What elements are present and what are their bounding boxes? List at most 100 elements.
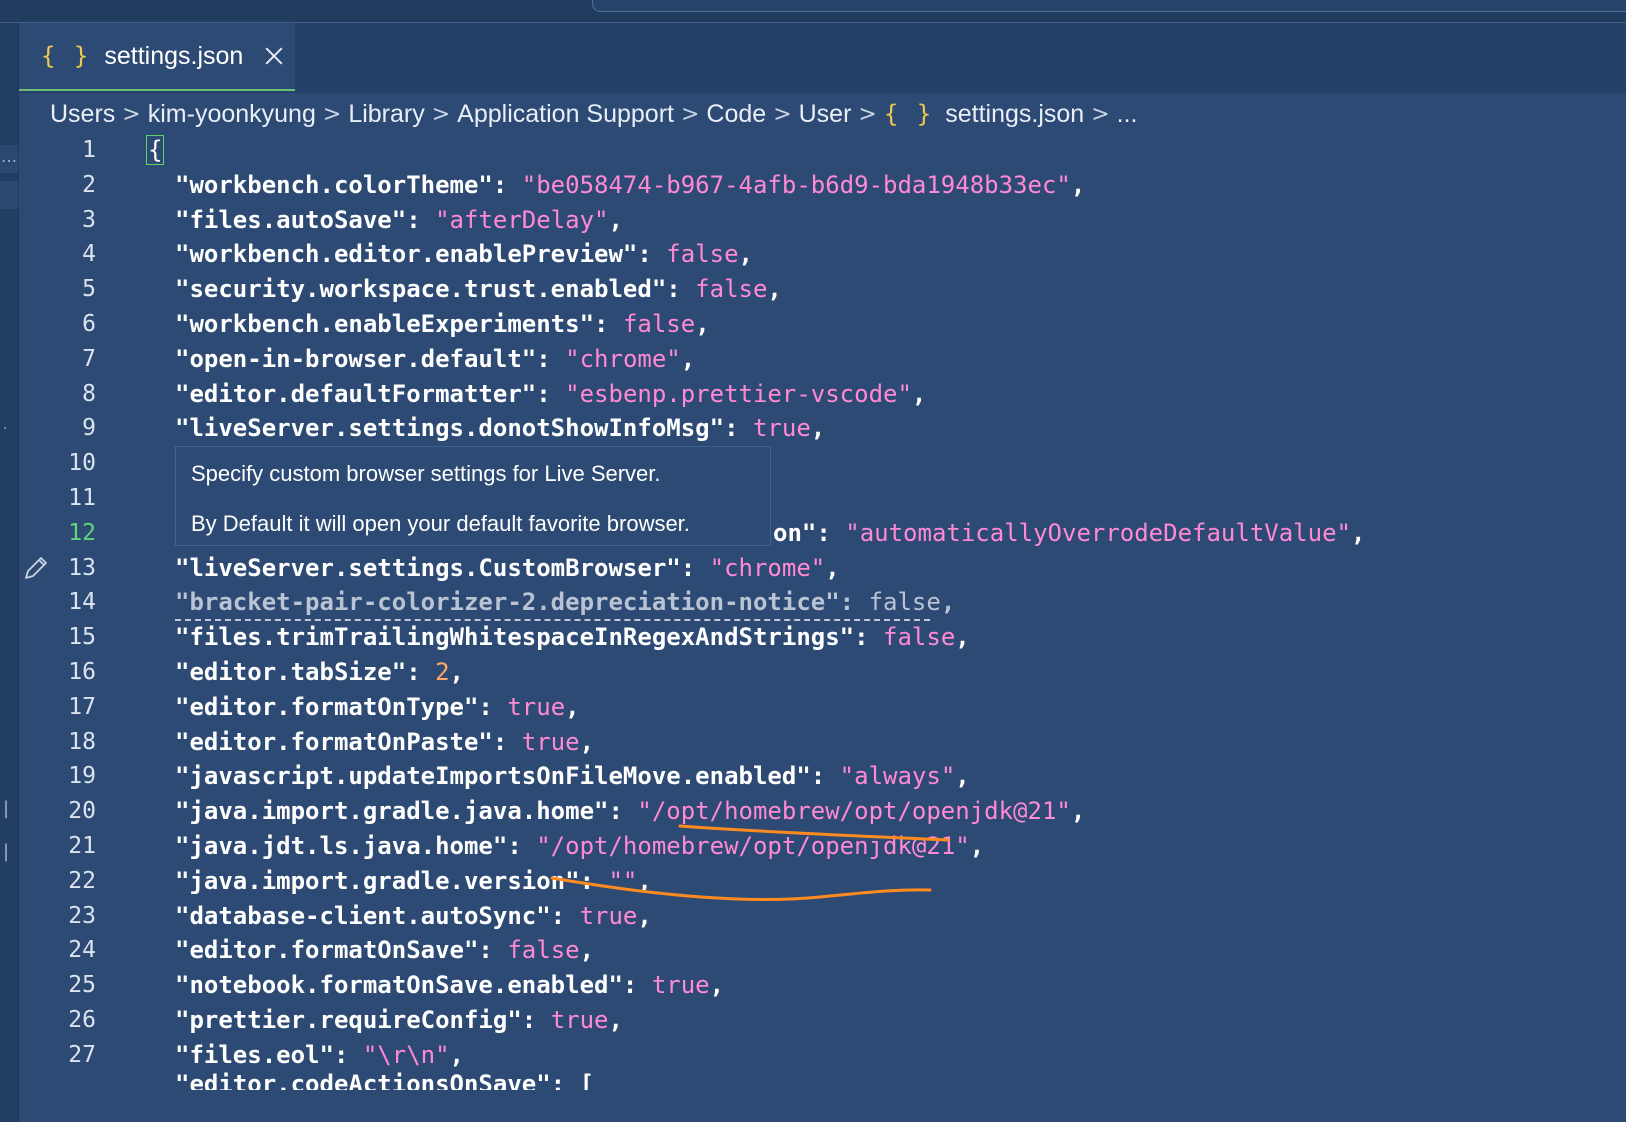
code-text: "editor.defaultFormatter": "esbenp.prett… — [175, 377, 926, 412]
comma: , — [1070, 170, 1086, 199]
json-value: false — [666, 240, 739, 269]
code-text: "editor.tabSize": 2, — [175, 655, 464, 690]
comma: , — [955, 762, 970, 791]
code-line[interactable]: 14 "bracket-pair-colorizer-2.depreciation… — [20, 585, 1626, 622]
json-key: "notebook.formatOnSave.enabled": — [175, 971, 652, 1000]
json-key: "bracket-pair-colorizer-2.depreciation-n… — [175, 588, 869, 617]
line-number: 16 — [68, 659, 96, 685]
code-line[interactable]: 7 "open-in-browser.default": "chrome", — [20, 342, 1626, 377]
hover-text-line: Specify custom browser settings for Live… — [191, 461, 661, 486]
line-number: 15 — [68, 624, 96, 651]
breadcrumb-more[interactable]: ... — [1117, 100, 1138, 129]
tab-label: settings.json — [104, 41, 244, 70]
code-editor[interactable]: 1{2 "workbench.colorTheme": "be058474-b96… — [20, 133, 1626, 1122]
comma: , — [955, 623, 970, 652]
breadcrumb-segment[interactable]: Library — [348, 100, 424, 129]
code-text: "liveServer.settings.donotShowInfoMsg": … — [175, 411, 825, 446]
comma: , — [579, 727, 595, 756]
chevron-right-icon: > — [322, 101, 342, 127]
comma: , — [911, 379, 927, 408]
code-text: "prettier.requireConfig": true, — [175, 1003, 623, 1038]
code-line[interactable]: 15 "files.trimTrailingWhitespaceInRegexAn… — [20, 620, 1626, 655]
chevron-right-icon: > — [122, 101, 141, 127]
json-key: "javascript.updateImportsOnFileMove.enab… — [175, 762, 840, 791]
json-key: "workbench.colorTheme": — [175, 170, 522, 199]
code-text: "workbench.colorTheme": "be058474-b967-4… — [175, 168, 1085, 203]
command-center[interactable] — [592, 0, 1626, 12]
code-line[interactable]: 19 "javascript.updateImportsOnFileMove.en… — [20, 759, 1626, 794]
code-text: "javascript.updateImportsOnFileMove.enab… — [175, 759, 970, 794]
line-number: 6 — [82, 311, 96, 337]
json-key: "workbench.enableExperiments": — [175, 310, 623, 338]
breadcrumb-segment[interactable]: Users — [50, 100, 115, 129]
code-text: "files.eol": "\r\n", — [175, 1038, 464, 1073]
chevron-right-icon: > — [858, 101, 877, 127]
breadcrumb-segment[interactable]: kim-yoonkyung — [148, 100, 316, 129]
line-number: 12 — [68, 519, 96, 546]
code-line[interactable]: 24 "editor.formatOnSave": false, — [20, 933, 1626, 968]
line-number: 3 — [82, 206, 96, 233]
code-line[interactable]: 18 "editor.formatOnPaste": true, — [20, 725, 1626, 760]
comma: , — [940, 588, 956, 617]
code-text: "database-client.autoSync": true, — [175, 899, 652, 934]
code-line[interactable]: 25 "notebook.formatOnSave.enabled": true, — [20, 968, 1626, 1003]
code-line[interactable]: 22 "java.import.gradle.version": "", — [20, 864, 1626, 899]
breadcrumb-file[interactable]: settings.json — [945, 100, 1084, 129]
json-value: false — [868, 588, 941, 617]
code-text: "open-in-browser.default": "chrome", — [175, 342, 695, 377]
code-line[interactable]: 8 "editor.defaultFormatter": "esbenp.pret… — [20, 377, 1626, 412]
code-line[interactable]: 5 "security.workspace.trust.enabled": fal… — [20, 272, 1626, 307]
code-line[interactable]: 17 "editor.formatOnType": true, — [20, 690, 1626, 725]
code-text: "files.trimTrailingWhitespaceInRegexAndS… — [175, 620, 970, 655]
json-value: "esbenp.prettier-vscode" — [565, 379, 912, 408]
code-line[interactable]: 26 "prettier.requireConfig": true, — [20, 1003, 1626, 1038]
code-line[interactable]: 16 "editor.tabSize": 2, — [20, 655, 1626, 690]
hover-tooltip: Specify custom browser settings for Live… — [175, 446, 771, 546]
close-icon[interactable] — [263, 45, 285, 67]
code-line[interactable]: 13 "liveServer.settings.CustomBrowser": "… — [20, 551, 1626, 586]
breadcrumb-segment[interactable]: User — [799, 100, 852, 129]
code-line[interactable]: 6 "workbench.enableExperiments": false, — [20, 307, 1626, 342]
json-value: false — [883, 623, 956, 652]
code-text: "bracket-pair-colorizer-2.depreciation-n… — [175, 585, 955, 620]
comma: , — [637, 866, 652, 895]
json-value: true — [521, 727, 580, 756]
comma: , — [969, 832, 985, 860]
comma: , — [709, 971, 725, 1000]
code-line[interactable]: 3 "files.autoSave": "afterDelay", — [20, 203, 1626, 238]
line-number: 5 — [82, 276, 96, 303]
activity-dot-icon: · — [3, 421, 8, 437]
json-value: true — [507, 692, 566, 721]
line-number: 11 — [68, 485, 96, 511]
chevron-right-icon: > — [773, 101, 792, 127]
json-key: "java.jdt.ls.java.home": — [175, 832, 537, 860]
tab-settings-json[interactable]: { } settings.json — [19, 23, 295, 91]
code-line[interactable]: 27 "files.eol": "\r\n", — [20, 1038, 1626, 1073]
code-line[interactable]: 4 "workbench.editor.enablePreview": false… — [20, 237, 1626, 272]
line-number: 1 — [82, 137, 96, 163]
code-text: "editor.formatOnType": true, — [175, 690, 580, 725]
pencil-icon[interactable] — [22, 554, 50, 582]
code-line[interactable]: 2 "workbench.colorTheme": "be058474-b967-… — [20, 168, 1626, 203]
breadcrumb-segment[interactable]: Code — [706, 100, 766, 129]
code-text: on": "automaticallyOverrodeDefaultValue"… — [773, 516, 1365, 551]
code-line[interactable]: 23 "database-client.autoSync": true, — [20, 899, 1626, 934]
code-text: "editor.formatOnSave": false, — [175, 933, 594, 968]
code-text: "editor.formatOnPaste": true, — [175, 725, 594, 760]
breadcrumb-segment[interactable]: Application Support — [457, 100, 674, 129]
line-number: 7 — [82, 345, 96, 372]
code-line[interactable]: 21 "java.jdt.ls.java.home": "/opt/homebre… — [20, 829, 1626, 864]
activity-overflow-icon[interactable]: … — [1, 147, 17, 166]
line-number: 21 — [68, 833, 96, 859]
hover-text-line: By Default it will open your default fav… — [191, 511, 690, 536]
code-text: "notebook.formatOnSave.enabled": true, — [175, 968, 724, 1003]
comma: , — [767, 275, 782, 304]
code-line[interactable]: 1{ — [20, 133, 1626, 168]
code-line[interactable]: 20 "java.import.gradle.java.home": "/opt/… — [20, 794, 1626, 829]
code-text: "liveServer.settings.CustomBrowser": "ch… — [175, 551, 840, 586]
json-value: "automaticallyOverrodeDefaultValue" — [845, 518, 1351, 547]
json-value: "\r\n" — [362, 1040, 450, 1069]
code-line[interactable]: 9 "liveServer.settings.donotShowInfoMsg":… — [20, 411, 1626, 446]
json-value: "/opt/homebrew/opt/openjdk@21" — [637, 797, 1071, 826]
json-key: "editor.defaultFormatter": — [175, 379, 566, 408]
